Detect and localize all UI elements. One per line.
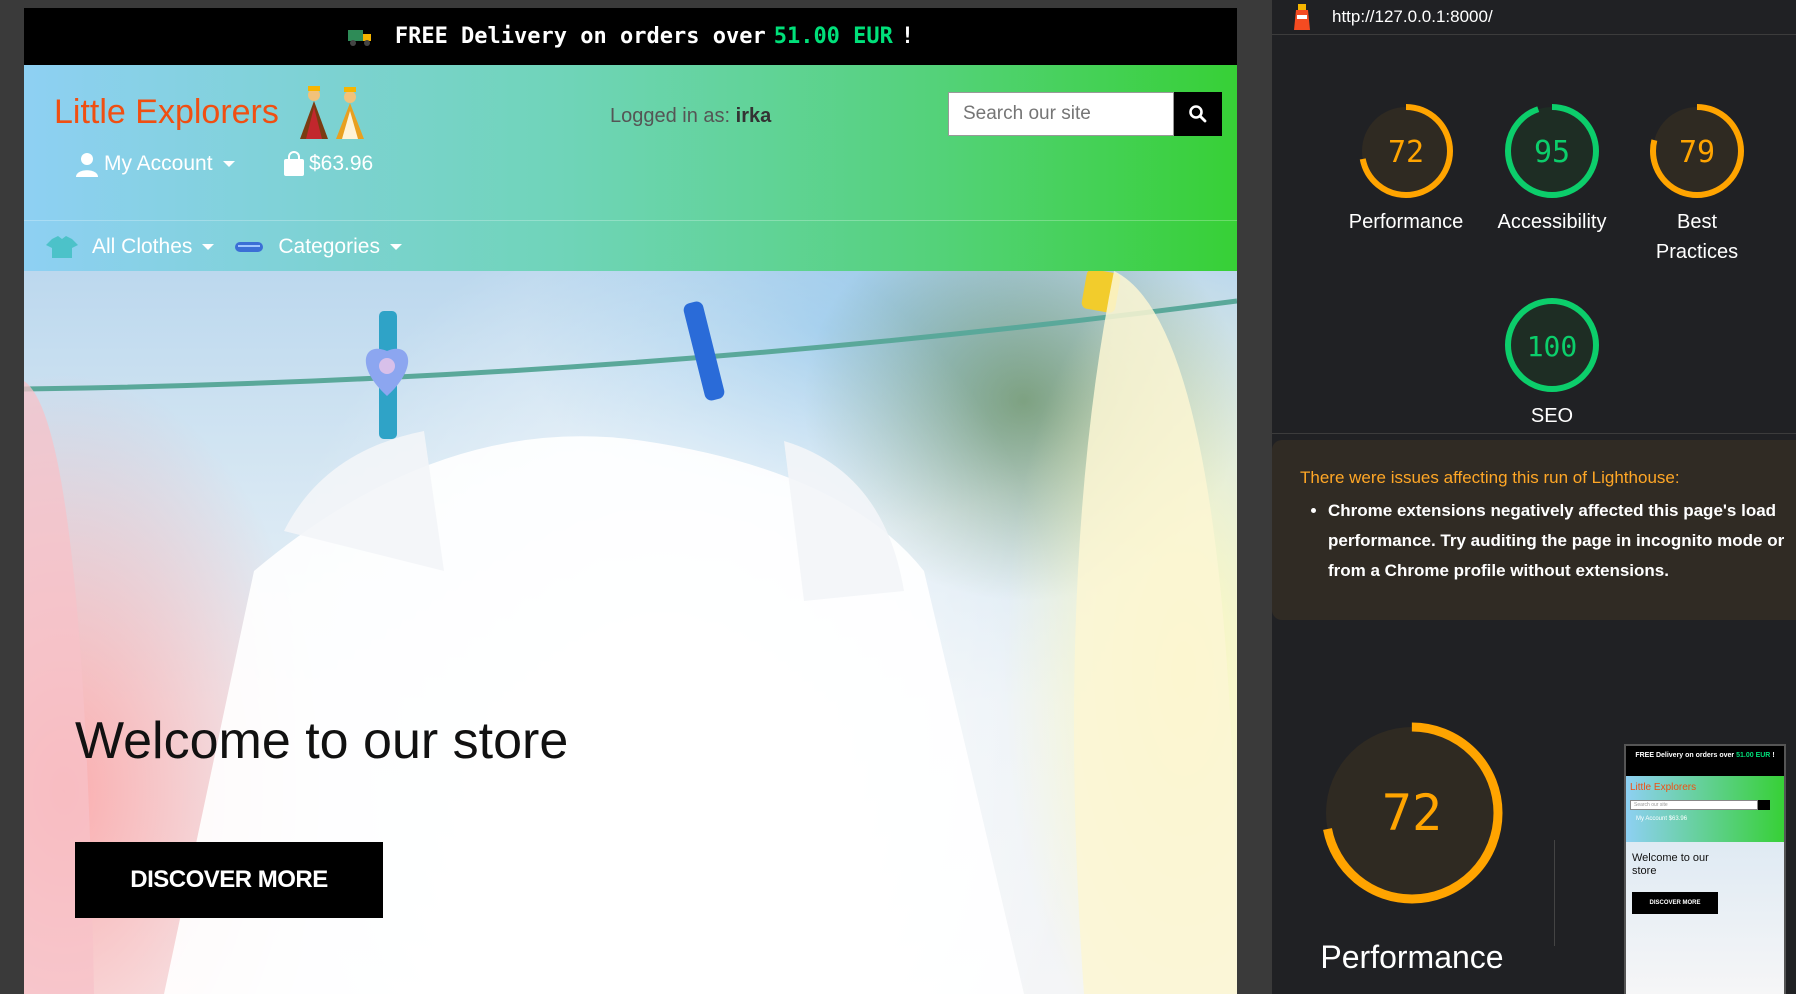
score-label: SEO [1530,405,1574,427]
score-value: 72 [1388,135,1424,170]
warning-title: There were issues affecting this run of … [1300,468,1680,487]
announcement-amount: 51.00 EUR [773,24,893,49]
user-icon [76,153,98,177]
nav-label: Categories [278,234,380,258]
thumb-account-label: My Account [1636,816,1668,822]
gauge-best-practices[interactable]: 79 Best Practices [1627,101,1767,267]
warning-list: Chrome extensions negatively affected th… [1300,496,1796,586]
thumb-announcement: FREE Delivery on orders over 51.00 EUR ! [1626,746,1784,776]
truck-icon [347,29,371,46]
my-account-dropdown[interactable]: My Account [74,151,235,177]
audited-url[interactable]: http://127.0.0.1:8000/ [1332,7,1493,27]
nav-categories[interactable]: Categories [234,235,402,259]
thumb-search-button [1758,800,1770,810]
score-label: Performance [1348,211,1464,233]
username: irka [735,105,772,127]
score-gauges: 72 Performance 95 Accessibility 79 Best … [1272,35,1796,434]
thumb-account: My Account $63.96 [1636,816,1687,822]
score-ring: 100 [1505,298,1599,392]
gauge-accessibility[interactable]: 95 Accessibility [1482,101,1622,237]
thumb-header: Little Explorers Search our site My Acco… [1626,776,1784,842]
search-button[interactable] [1174,92,1222,136]
nav-all-clothes[interactable]: All Clothes [46,234,215,259]
score-ring: 72 [1321,722,1503,904]
score-label: Best Practices [1655,211,1739,263]
score-ring: 72 [1359,104,1453,198]
search-form [948,92,1222,136]
thumb-hero-button: DISCOVER MORE [1632,892,1718,914]
score-value: 95 [1534,135,1570,170]
thumb-announcement-suffix: ! [1772,752,1775,759]
search-input[interactable] [948,92,1174,136]
cart-link[interactable]: $63.96 [282,151,373,177]
score-ring: 95 [1505,104,1599,198]
thumb-hero: Welcome to our store DISCOVER MORE [1626,842,1784,994]
hero-banner: Welcome to our store DISCOVER MORE [24,271,1237,994]
section-divider [1554,840,1555,946]
brand-logo[interactable]: Little Explorers [54,93,279,132]
search-icon [1189,105,1207,123]
thumb-hero-title: Welcome to our store [1632,852,1709,877]
website-viewport: FREE Delivery on orders over 51.00 EUR !… [24,8,1237,994]
score-value: 100 [1527,330,1578,363]
announcement-text: FREE Delivery on orders over [394,24,766,49]
shopping-bag-icon [284,151,304,176]
score-value: 79 [1679,135,1715,170]
thumb-announcement-amount: 51.00 EUR [1736,752,1771,759]
lighthouse-icon [1294,4,1310,30]
lighthouse-url-bar: http://127.0.0.1:8000/ [1272,0,1796,35]
score-ring: 79 [1650,104,1744,198]
logged-in-label: Logged in as: [610,105,731,127]
thumb-cart-total: $63.96 [1668,816,1688,822]
gauge-seo[interactable]: 100 SEO [1482,295,1622,431]
announcement-bar: FREE Delivery on orders over 51.00 EUR ! [24,8,1237,65]
chevron-down-icon [389,243,402,250]
page-screenshot-thumbnail[interactable]: FREE Delivery on orders over 51.00 EUR !… [1624,744,1786,994]
logged-in-status: Logged in as: irka [610,105,771,128]
warning-item: Chrome extensions negatively affected th… [1328,496,1796,586]
performance-section-gauge: 72 Performance [1312,718,1512,976]
chevron-down-icon [202,243,215,250]
lighthouse-panel: http://127.0.0.1:8000/ 72 Performance 95… [1272,0,1796,994]
thumb-search: Search our site [1630,800,1758,810]
score-value: 72 [1382,784,1442,842]
announcement-suffix: ! [900,24,915,49]
shirt-icon [46,235,78,258]
site-header: Little Explorers Logged in as: irka Sear… [24,65,1237,271]
hero-title: Welcome to our store [75,712,569,770]
royal-figures-icon [300,86,364,139]
score-label: Accessibility [1497,211,1607,233]
thumb-brand: Little Explorers [1630,782,1697,793]
cart-total: $63.96 [309,152,374,175]
discover-more-button[interactable]: DISCOVER MORE [75,842,383,918]
chevron-down-icon [222,161,235,167]
main-nav: All Clothes Categories [24,220,1237,272]
account-label: My Account [104,152,213,175]
nav-label: All Clothes [92,234,193,258]
category-icon [235,241,264,252]
thumb-announcement-text: FREE Delivery on orders over [1635,752,1735,759]
gauge-performance[interactable]: 72 Performance [1336,101,1476,237]
lighthouse-warning: There were issues affecting this run of … [1272,440,1796,620]
performance-title: Performance [1320,939,1504,975]
